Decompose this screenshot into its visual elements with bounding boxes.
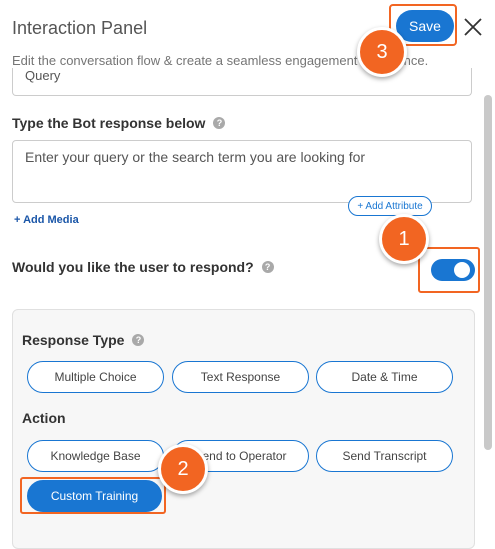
action-custom-training[interactable]: Custom Training <box>27 480 162 512</box>
response-type-label: Response Type ? <box>22 332 145 348</box>
scrollbar[interactable] <box>484 95 492 450</box>
option-multiple-choice[interactable]: Multiple Choice <box>27 361 164 393</box>
save-button[interactable]: Save <box>396 10 454 42</box>
panel-title: Interaction Panel <box>12 18 148 38</box>
bot-response-placeholder: Enter your query or the search term you … <box>25 149 366 165</box>
option-text-response[interactable]: Text Response <box>172 361 309 393</box>
query-field-value: Query <box>25 68 61 83</box>
toggle-knob <box>454 262 470 278</box>
respond-toggle[interactable] <box>431 259 475 281</box>
callout-badge-1: 1 <box>379 214 429 264</box>
help-icon[interactable]: ? <box>261 261 274 273</box>
callout-badge-3: 3 <box>357 27 407 77</box>
action-knowledge-base[interactable]: Knowledge Base <box>27 440 164 472</box>
close-icon[interactable] <box>462 16 484 38</box>
help-icon[interactable]: ? <box>213 117 226 129</box>
action-label: Action <box>22 410 66 426</box>
bot-response-label: Type the Bot response below ? <box>12 115 226 131</box>
add-attribute-button[interactable]: + Add Attribute <box>348 196 432 216</box>
action-send-transcript[interactable]: Send Transcript <box>316 440 453 472</box>
help-icon[interactable]: ? <box>132 334 145 346</box>
callout-badge-2: 2 <box>158 444 208 494</box>
bot-response-textarea[interactable]: Enter your query or the search term you … <box>12 140 472 203</box>
add-media-link[interactable]: + Add Media <box>14 214 79 226</box>
option-date-time[interactable]: Date & Time <box>316 361 453 393</box>
query-field[interactable]: Query <box>12 68 472 96</box>
respond-label: Would you like the user to respond? ? <box>12 259 274 275</box>
